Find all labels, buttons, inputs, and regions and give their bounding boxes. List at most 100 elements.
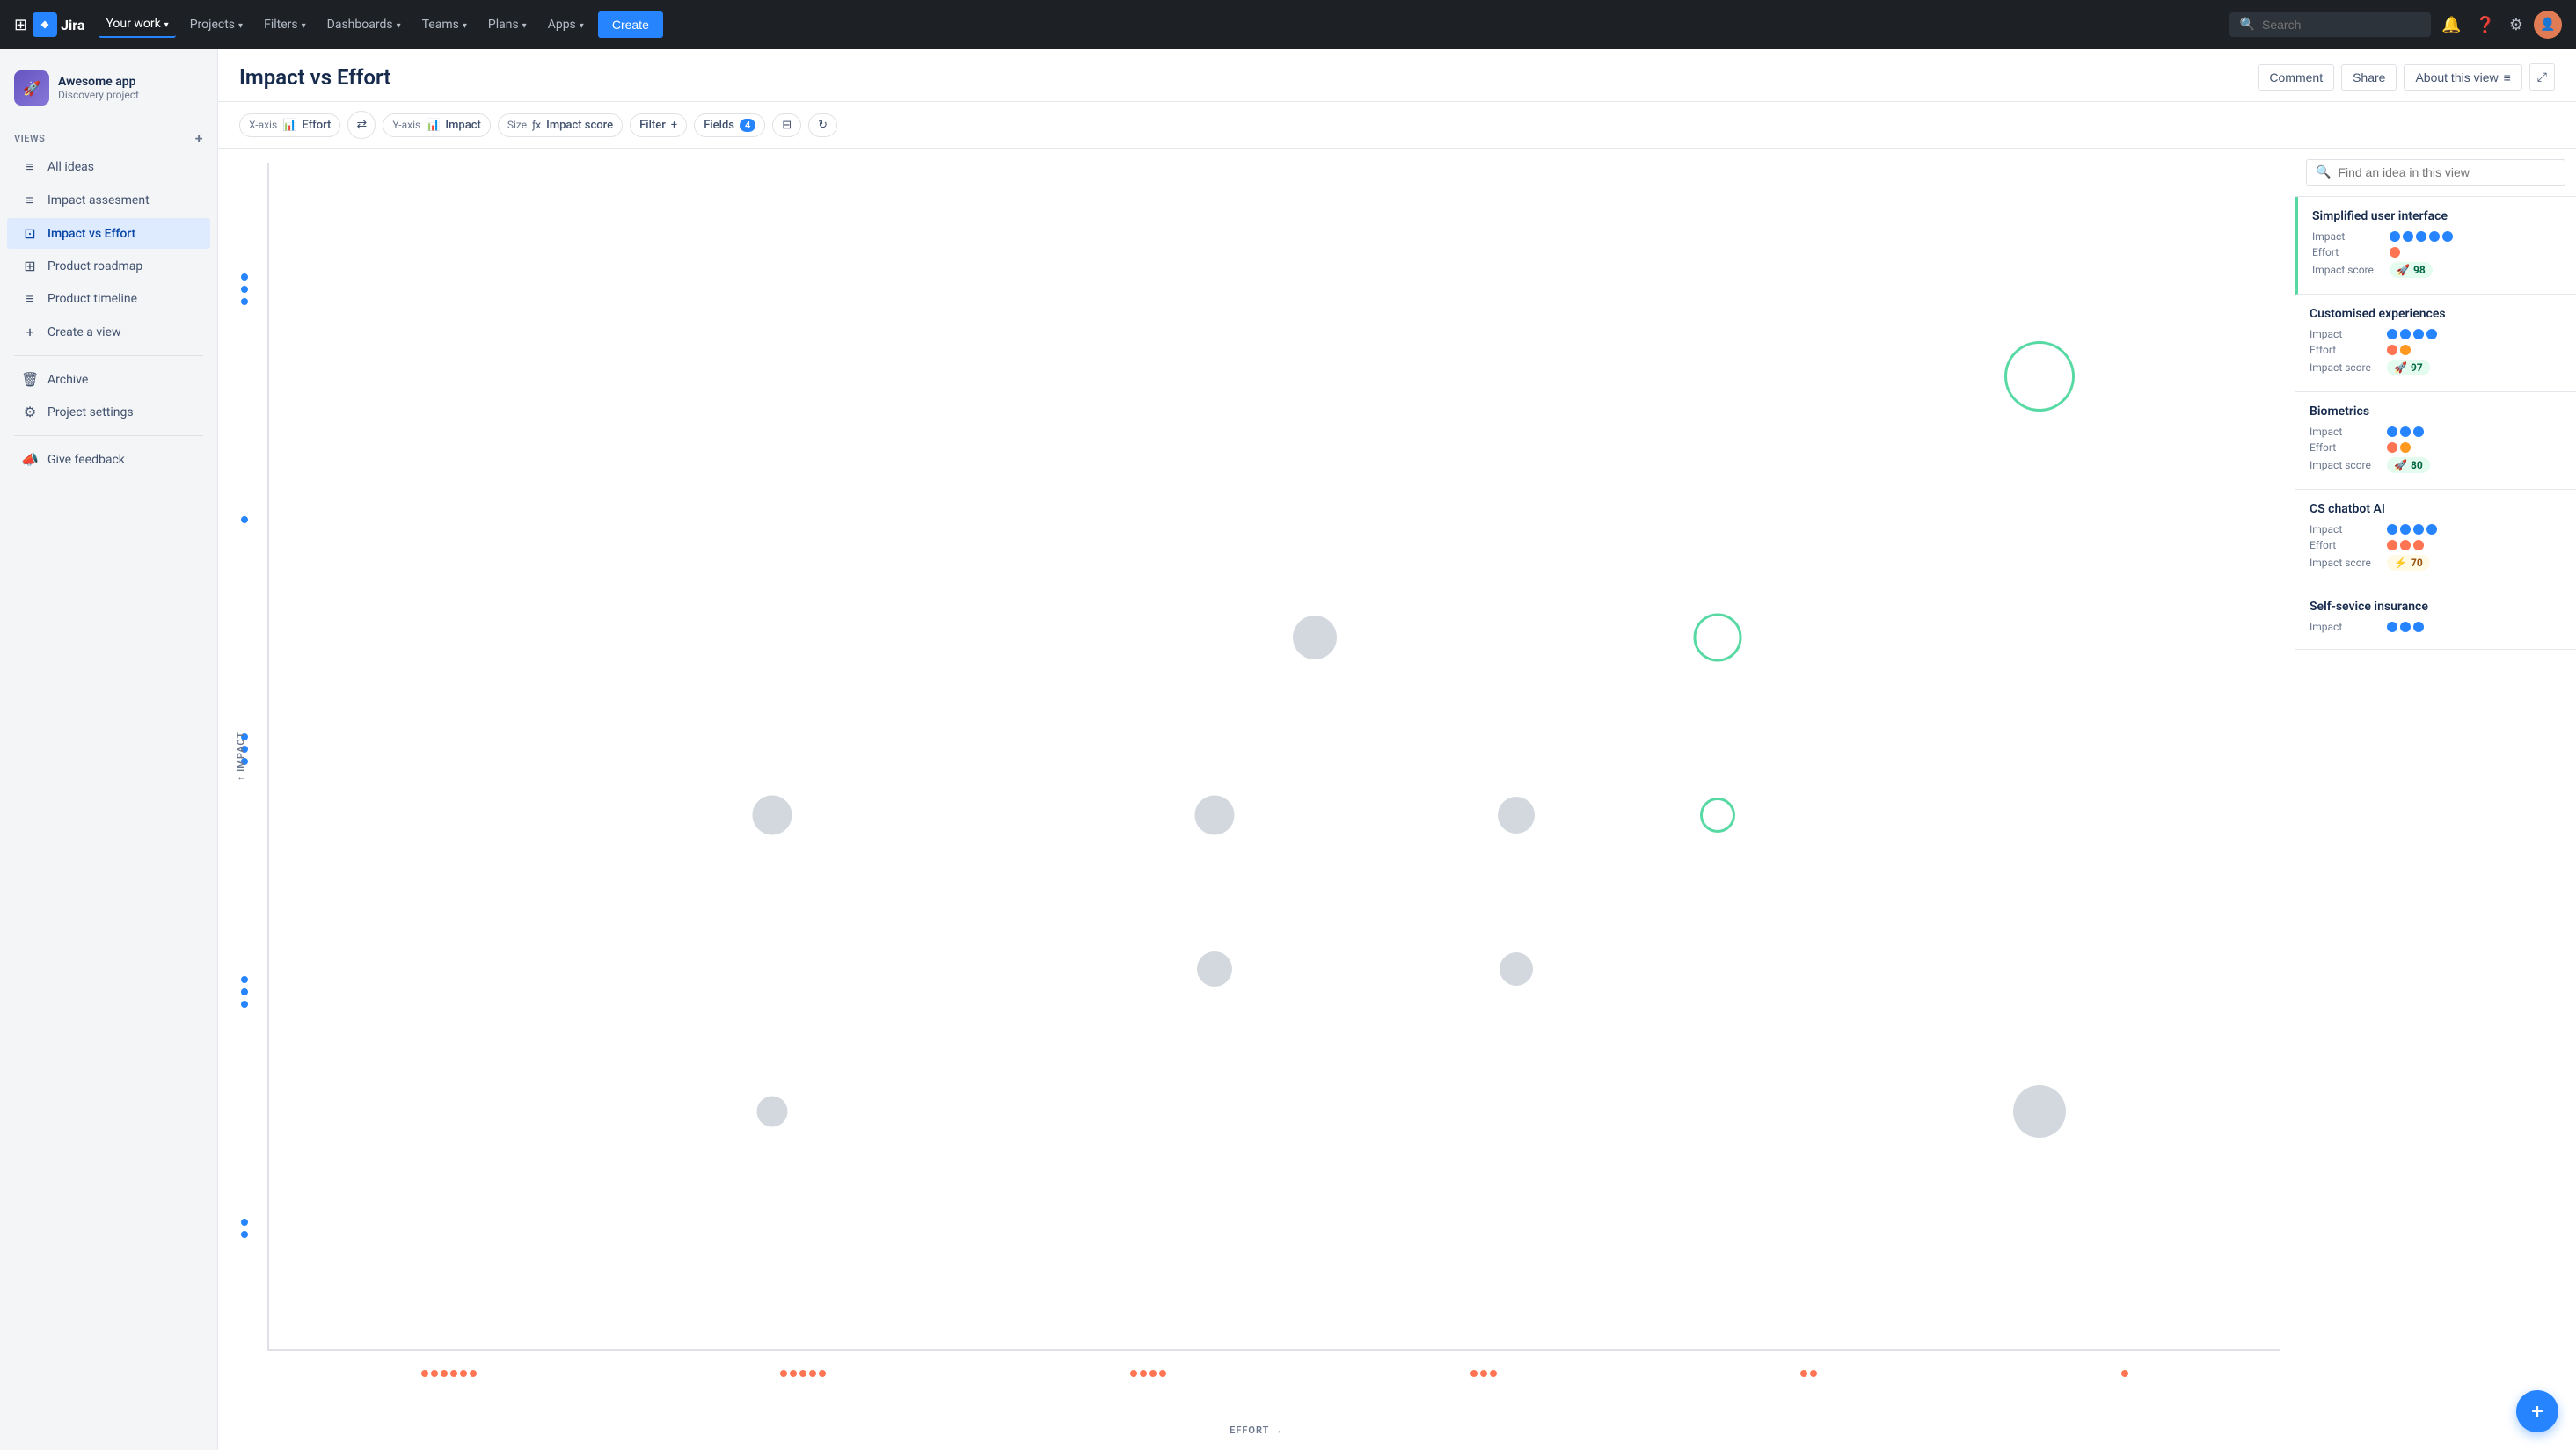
chevron-down-icon (302, 18, 306, 32)
x-axis-dot (431, 1370, 438, 1377)
bubble-item[interactable] (1197, 951, 1232, 987)
idea-card-self-service[interactable]: Self-sevice insurance Impact (2295, 587, 2576, 650)
idea-impact-field: Impact (2310, 621, 2562, 633)
sidebar-item-impact-assessment[interactable]: ≡ Impact assesment (7, 185, 210, 216)
xaxis-selector[interactable]: X-axis 📊 Effort (239, 113, 340, 137)
nav-projects[interactable]: Projects (183, 12, 250, 37)
jira-logo[interactable]: Jira (33, 12, 84, 37)
fields-count-badge: 4 (740, 119, 755, 132)
help-icon[interactable]: ❓ (2471, 12, 2498, 38)
search-input[interactable] (2262, 18, 2420, 32)
fields-button[interactable]: Fields 4 (694, 113, 765, 137)
nav-filters[interactable]: Filters (257, 12, 313, 37)
idea-title: Customised experiences (2310, 307, 2562, 321)
bar-chart-icon: 📊 (282, 119, 296, 132)
scatter-plot[interactable]: ↑ IMPACT (267, 163, 2280, 1351)
add-view-icon[interactable]: + (195, 130, 203, 147)
user-avatar[interactable]: 👤 (2534, 11, 2562, 39)
page-header: Impact vs Effort Comment Share About thi… (218, 49, 2576, 102)
impact-score-badge: 🚀 98 (2390, 262, 2433, 278)
sidebar-item-give-feedback[interactable]: 📣 Give feedback (7, 444, 210, 475)
sidebar: 🚀 Awesome app Discovery project VIEWS + … (0, 49, 218, 1450)
jira-logo-text: Jira (61, 17, 84, 33)
logo-area: ⊞ Jira (14, 12, 84, 37)
rocket-icon: 🚀 (2394, 459, 2407, 471)
view-options-icon: ⊟ (782, 119, 792, 132)
y-axis-dot (241, 1219, 248, 1226)
function-icon: ƒx (532, 119, 541, 131)
notifications-icon[interactable]: 🔔 (2438, 12, 2464, 38)
refresh-button[interactable]: ↻ (808, 113, 837, 137)
bubble-item[interactable] (1194, 795, 1234, 834)
idea-search-box[interactable]: 🔍 (2306, 159, 2565, 186)
add-idea-fab[interactable]: + (2516, 1390, 2558, 1432)
nav-apps[interactable]: Apps (541, 12, 591, 37)
x-axis-dot (1149, 1370, 1157, 1377)
sidebar-divider-2 (14, 435, 203, 436)
sidebar-item-project-settings[interactable]: ⚙ Project settings (7, 397, 210, 427)
sidebar-item-archive[interactable]: 🗑 Archive (7, 364, 210, 395)
expand-icon: ⤢ (2537, 69, 2547, 84)
view-options-button[interactable]: ⊟ (772, 113, 801, 137)
x-axis-dot (809, 1370, 816, 1377)
lightning-icon: ⚡ (2394, 557, 2407, 569)
bubble-item[interactable] (756, 1097, 787, 1127)
share-button[interactable]: Share (2341, 64, 2397, 91)
search-icon: 🔍 (2240, 18, 2255, 32)
comment-button[interactable]: Comment (2258, 64, 2334, 91)
swap-axes-button[interactable]: ⇄ (347, 111, 376, 139)
bubble-biometrics[interactable] (1700, 798, 1735, 833)
nav-teams[interactable]: Teams (415, 12, 474, 37)
chart-container: ↑ IMPACT (232, 163, 2280, 1436)
yaxis-selector[interactable]: Y-axis 📊 Impact (383, 113, 490, 137)
effort-dots (2390, 247, 2400, 258)
x-axis-dot (1130, 1370, 1137, 1377)
idea-search-input[interactable] (2338, 165, 2556, 179)
bubble-item[interactable] (1293, 616, 1337, 659)
idea-effort-field: Effort (2310, 441, 2562, 454)
sidebar-item-product-timeline[interactable]: ≡ Product timeline (7, 283, 210, 315)
x-axis-dot (790, 1370, 797, 1377)
search-box[interactable]: 🔍 (2229, 12, 2431, 37)
swap-icon: ⇄ (357, 118, 368, 132)
bubble-item[interactable] (1500, 952, 1533, 986)
bubble-simplified-ui[interactable] (2004, 341, 2075, 412)
plus-icon: + (21, 324, 39, 340)
header-actions: Comment Share About this view ≡ ⤢ (2258, 63, 2555, 91)
effort-dots (2387, 345, 2411, 355)
nav-dashboards[interactable]: Dashboards (320, 12, 408, 37)
right-panel: 🔍 Simplified user interface Impact (2295, 149, 2576, 1450)
x-axis-dot (799, 1370, 806, 1377)
idea-card-biometrics[interactable]: Biometrics Impact Effort (2295, 392, 2576, 490)
nav-plans[interactable]: Plans (481, 12, 534, 37)
x-axis-dot (819, 1370, 826, 1377)
x-axis-dot (1800, 1370, 1807, 1377)
idea-impact-field: Impact (2310, 523, 2562, 536)
chevron-down-icon (397, 18, 401, 32)
x-axis-dot (1470, 1370, 1478, 1377)
expand-button[interactable]: ⤢ (2529, 63, 2555, 91)
size-selector[interactable]: Size ƒx Impact score (498, 113, 623, 137)
sidebar-item-all-ideas[interactable]: ≡ All ideas (7, 151, 210, 183)
bubble-customised-exp[interactable] (1693, 613, 1741, 661)
create-button[interactable]: Create (598, 11, 663, 38)
sidebar-item-product-roadmap[interactable]: ⊞ Product roadmap (7, 251, 210, 281)
project-name: Awesome app (58, 75, 139, 89)
bubble-item[interactable] (2013, 1085, 2066, 1138)
idea-card-cs-chatbot[interactable]: CS chatbot AI Impact Effort (2295, 490, 2576, 587)
idea-card-customised-exp[interactable]: Customised experiences Impact Effor (2295, 295, 2576, 392)
idea-card-simplified-ui[interactable]: Simplified user interface Impact (2295, 197, 2576, 295)
filter-button[interactable]: Filter + (630, 113, 687, 137)
sidebar-item-impact-vs-effort[interactable]: ⊡ Impact vs Effort (7, 218, 210, 249)
bubble-item[interactable] (1498, 797, 1535, 834)
bubble-item[interactable] (752, 795, 792, 834)
matrix-icon: ⊡ (21, 225, 39, 242)
sidebar-item-create-view[interactable]: + Create a view (7, 317, 210, 347)
nav-your-work[interactable]: Your work (99, 11, 175, 38)
settings-icon[interactable]: ⚙ (2506, 12, 2527, 38)
about-view-button[interactable]: About this view ≡ (2404, 64, 2521, 91)
toolbar: X-axis 📊 Effort ⇄ Y-axis 📊 Impact Size ƒ… (218, 102, 2576, 149)
grid-icon[interactable]: ⊞ (14, 16, 27, 34)
y-axis-dot (241, 1001, 248, 1008)
idea-effort-field: Effort (2310, 539, 2562, 551)
